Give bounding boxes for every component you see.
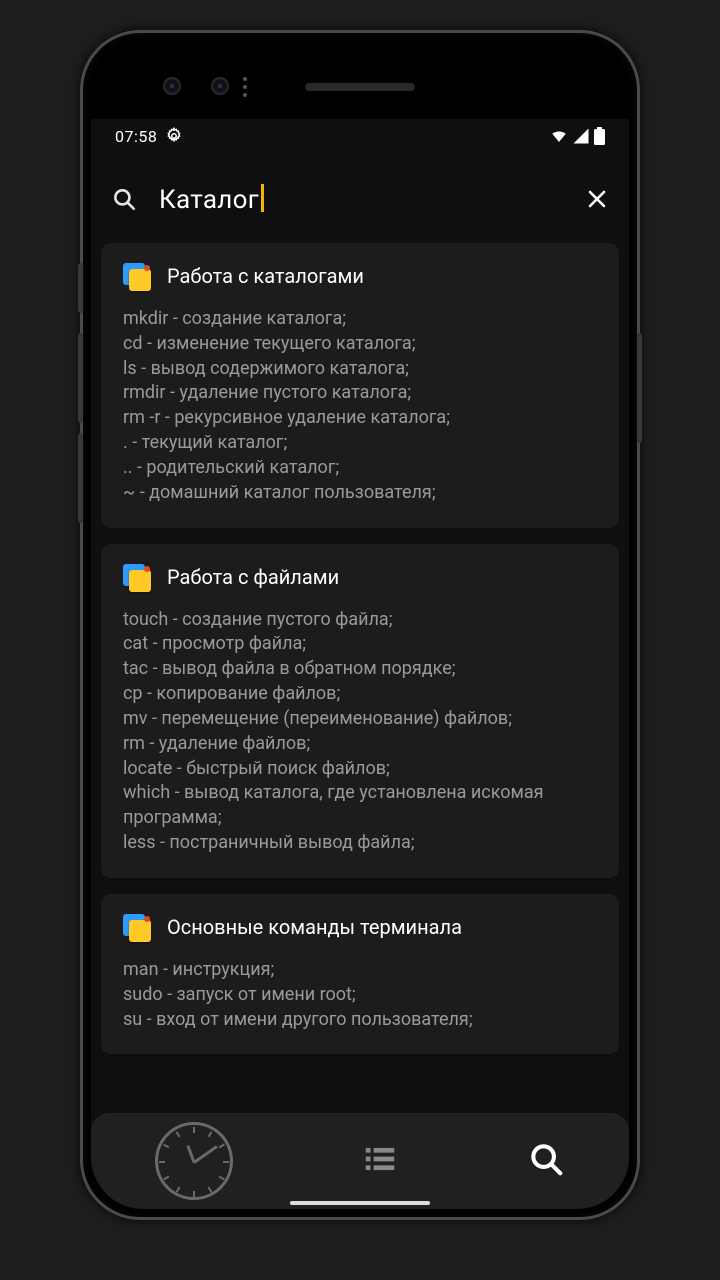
card-header: Работа с каталогами <box>123 263 597 289</box>
camera-icon <box>211 77 229 95</box>
camera-icon <box>163 77 181 95</box>
close-icon[interactable] <box>585 187 609 211</box>
app-screen: 07:58 <box>91 119 629 1209</box>
nav-search-button[interactable] <box>527 1140 565 1182</box>
phone-frame: 07:58 <box>80 30 640 1220</box>
note-card[interactable]: Работа с каталогами mkdir - создание кат… <box>101 243 619 528</box>
side-button <box>78 263 83 313</box>
card-title: Основные команды терминала <box>167 915 462 939</box>
search-input[interactable]: Каталог <box>159 184 264 215</box>
speaker-grille <box>305 83 415 91</box>
note-icon <box>123 914 149 940</box>
nav-recent-button[interactable] <box>155 1122 233 1200</box>
search-icon[interactable] <box>111 186 137 212</box>
notch-bar <box>91 41 629 119</box>
bottom-nav <box>91 1113 629 1209</box>
sensor-dots <box>243 77 247 97</box>
card-title: Работа с файлами <box>167 565 339 589</box>
card-body: mkdir - создание каталога; cd - изменени… <box>123 307 597 506</box>
side-button <box>78 333 83 423</box>
side-button <box>78 433 83 523</box>
card-body: touch - создание пустого файла; cat - пр… <box>123 608 597 856</box>
nav-list-button[interactable] <box>361 1140 399 1182</box>
status-bar: 07:58 <box>91 119 629 153</box>
clock-icon <box>155 1122 233 1200</box>
text-cursor <box>261 184 264 212</box>
card-header: Работа с файлами <box>123 564 597 590</box>
card-body: man - инструкция; sudo - запуск от имени… <box>123 958 597 1032</box>
search-header: Каталог <box>91 167 629 231</box>
card-title: Работа с каталогами <box>167 264 364 288</box>
canvas: 07:58 <box>0 0 720 1280</box>
note-card[interactable]: Основные команды терминала man - инструк… <box>101 894 619 1054</box>
gear-icon <box>165 127 183 145</box>
note-icon <box>123 263 149 289</box>
phone-inner: 07:58 <box>91 41 629 1209</box>
search-query-text: Каталог <box>159 185 259 215</box>
card-header: Основные команды терминала <box>123 914 597 940</box>
wifi-icon <box>550 127 568 145</box>
note-card[interactable]: Работа с файлами touch - создание пустог… <box>101 544 619 878</box>
note-icon <box>123 564 149 590</box>
signal-icon <box>572 127 590 145</box>
home-indicator[interactable] <box>290 1201 430 1205</box>
status-time: 07:58 <box>115 127 157 146</box>
battery-icon <box>594 127 605 145</box>
results-list[interactable]: Работа с каталогами mkdir - создание кат… <box>91 231 629 1209</box>
side-button <box>637 333 642 443</box>
